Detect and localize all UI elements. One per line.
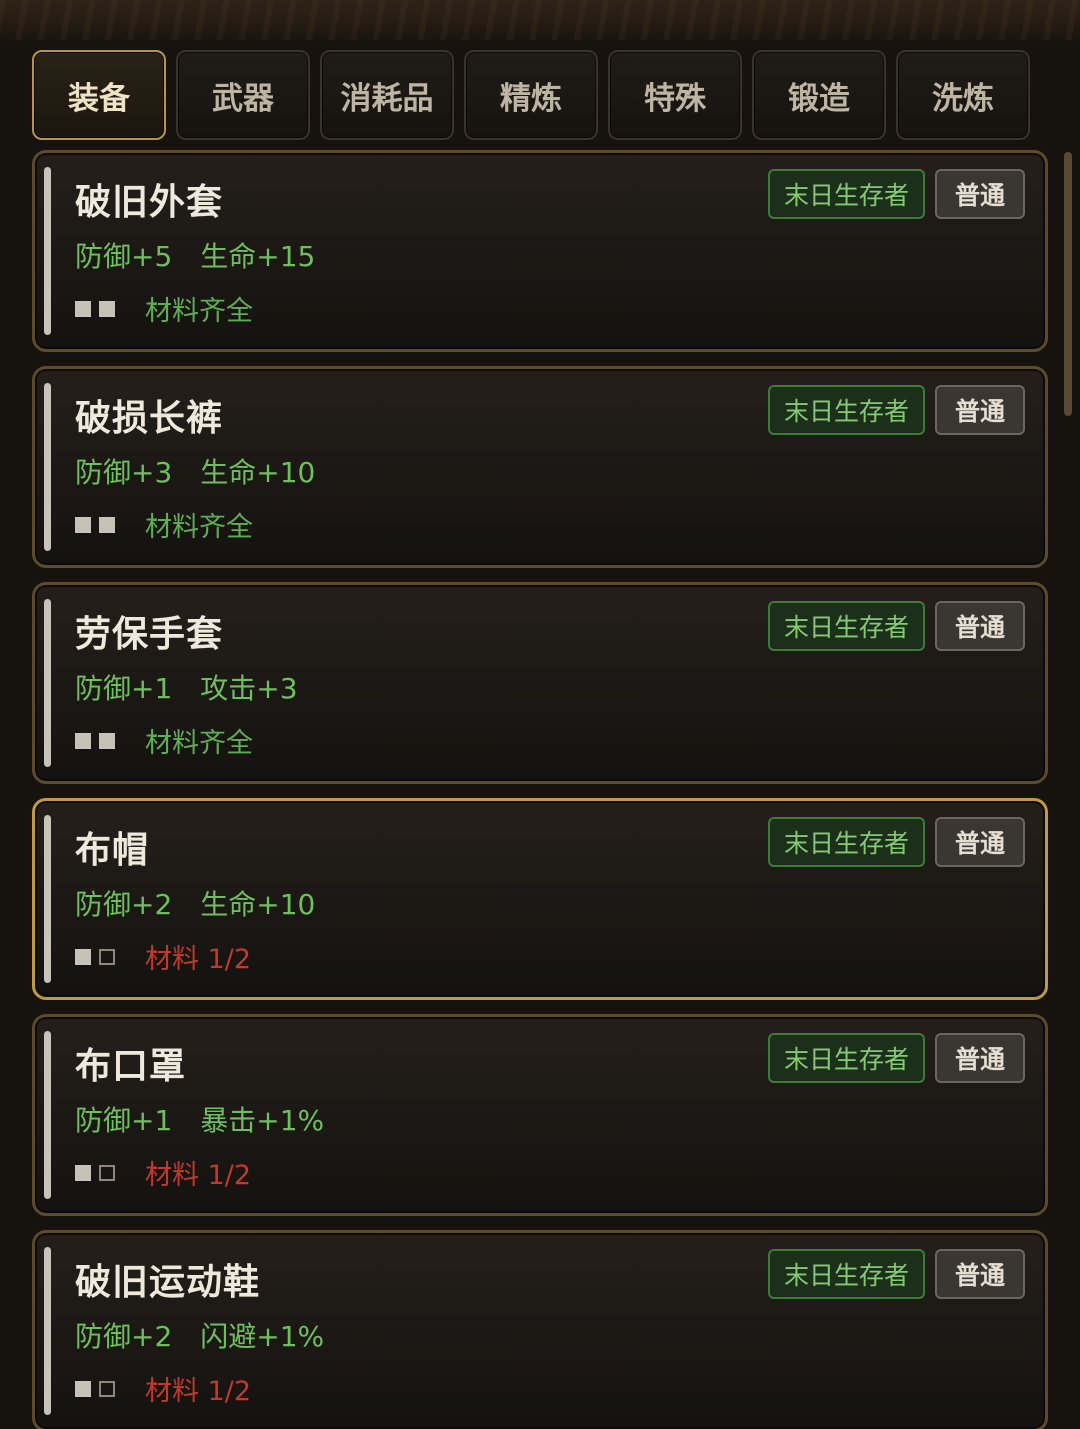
rarity-badge: 普通 (935, 817, 1025, 867)
item-stats: 防御+2 生命+10 (75, 883, 343, 923)
material-status: 材料 1/2 (75, 937, 251, 976)
item-name: 布帽 (75, 830, 150, 871)
material-slot-filled (75, 300, 91, 317)
material-slot-empty (99, 1380, 115, 1397)
card-rail (44, 167, 51, 335)
tab-forge[interactable]: 锻造 (752, 50, 886, 140)
stat-1: 防御+1 (75, 672, 173, 705)
material-status: 材料 1/2 (75, 1153, 251, 1192)
material-slot-filled (75, 516, 91, 533)
stat-1: 防御+5 (75, 240, 173, 273)
material-slot-filled (75, 1380, 91, 1397)
material-slot-empty (99, 948, 115, 965)
card-rail (44, 599, 51, 767)
tab-special[interactable]: 特殊 (608, 50, 742, 140)
item-name: 布口罩 (75, 1046, 187, 1087)
category-tabs: 装备 武器 消耗品 精炼 特殊 锻造 洗炼 (32, 50, 1030, 140)
class-badge: 末日生存者 (767, 385, 925, 435)
list-scrollbar[interactable] (1064, 152, 1072, 416)
tab-reforge[interactable]: 洗炼 (896, 50, 1030, 140)
item-stats: 防御+2 闪避+1% (75, 1315, 352, 1355)
material-status: 材料齐全 (75, 721, 253, 760)
card-rail (44, 1247, 51, 1415)
material-slot-filled (99, 516, 115, 533)
tab-refine[interactable]: 精炼 (464, 50, 598, 140)
recipe-card[interactable]: 破损长裤 防御+3 生命+10 材料齐全 末日生存者 普通 (32, 366, 1048, 568)
material-slot-filled (75, 732, 91, 749)
item-name: 破旧外套 (75, 182, 224, 223)
rarity-badge: 普通 (935, 169, 1025, 219)
card-rail (44, 815, 51, 983)
item-stats: 防御+3 生命+10 (75, 451, 343, 491)
material-slot-filled (99, 732, 115, 749)
header-background (0, 0, 1080, 44)
material-text: 材料 1/2 (145, 1376, 252, 1407)
material-status: 材料 1/2 (75, 1369, 251, 1408)
tab-weapons[interactable]: 武器 (176, 50, 310, 140)
class-badge: 末日生存者 (767, 169, 925, 219)
tab-consumables[interactable]: 消耗品 (320, 50, 454, 140)
item-name: 破损长裤 (75, 398, 224, 439)
material-status: 材料齐全 (75, 289, 253, 328)
recipe-card[interactable]: 劳保手套 防御+1 攻击+3 材料齐全 末日生存者 普通 (32, 582, 1048, 784)
class-badge: 末日生存者 (767, 817, 925, 867)
recipe-card[interactable]: 破旧运动鞋 防御+2 闪避+1% 材料 1/2 末日生存者 普通 (32, 1230, 1048, 1429)
recipe-card-selected[interactable]: 布帽 防御+2 生命+10 材料 1/2 末日生存者 普通 (32, 798, 1048, 1000)
stat-2: 生命+10 (200, 456, 316, 489)
stat-1: 防御+1 (75, 1104, 173, 1137)
item-stats: 防御+1 暴击+1% (75, 1099, 352, 1139)
material-status: 材料齐全 (75, 505, 253, 544)
material-text: 材料齐全 (145, 512, 253, 543)
stat-2: 暴击+1% (200, 1104, 325, 1137)
card-rail (44, 1031, 51, 1199)
rarity-badge: 普通 (935, 1249, 1025, 1299)
material-text: 材料 1/2 (145, 944, 252, 975)
material-text: 材料齐全 (145, 728, 253, 759)
item-name: 破旧运动鞋 (75, 1262, 261, 1303)
item-stats: 防御+1 攻击+3 (75, 667, 326, 707)
recipe-card[interactable]: 布口罩 防御+1 暴击+1% 材料 1/2 末日生存者 普通 (32, 1014, 1048, 1216)
stat-2: 生命+15 (200, 240, 316, 273)
tab-equipment[interactable]: 装备 (32, 50, 166, 140)
item-name: 劳保手套 (75, 614, 224, 655)
stat-1: 防御+2 (75, 1320, 173, 1353)
rarity-badge: 普通 (935, 385, 1025, 435)
material-slot-empty (99, 1164, 115, 1181)
item-stats: 防御+5 生命+15 (75, 235, 343, 275)
material-slot-filled (75, 1164, 91, 1181)
card-rail (44, 383, 51, 551)
stat-2: 闪避+1% (200, 1320, 325, 1353)
material-text: 材料 1/2 (145, 1160, 252, 1191)
stat-1: 防御+3 (75, 456, 173, 489)
recipe-list: 破旧外套 防御+5 生命+15 材料齐全 末日生存者 普通 破损长裤 防御+3 生命… (32, 150, 1048, 1429)
material-slot-filled (75, 948, 91, 965)
class-badge: 末日生存者 (767, 1249, 925, 1299)
rarity-badge: 普通 (935, 601, 1025, 651)
rarity-badge: 普通 (935, 1033, 1025, 1083)
recipe-card[interactable]: 破旧外套 防御+5 生命+15 材料齐全 末日生存者 普通 (32, 150, 1048, 352)
class-badge: 末日生存者 (767, 601, 925, 651)
stat-2: 生命+10 (200, 888, 316, 921)
material-slot-filled (99, 300, 115, 317)
stat-2: 攻击+3 (200, 672, 298, 705)
material-text: 材料齐全 (145, 296, 253, 327)
stat-1: 防御+2 (75, 888, 173, 921)
class-badge: 末日生存者 (767, 1033, 925, 1083)
